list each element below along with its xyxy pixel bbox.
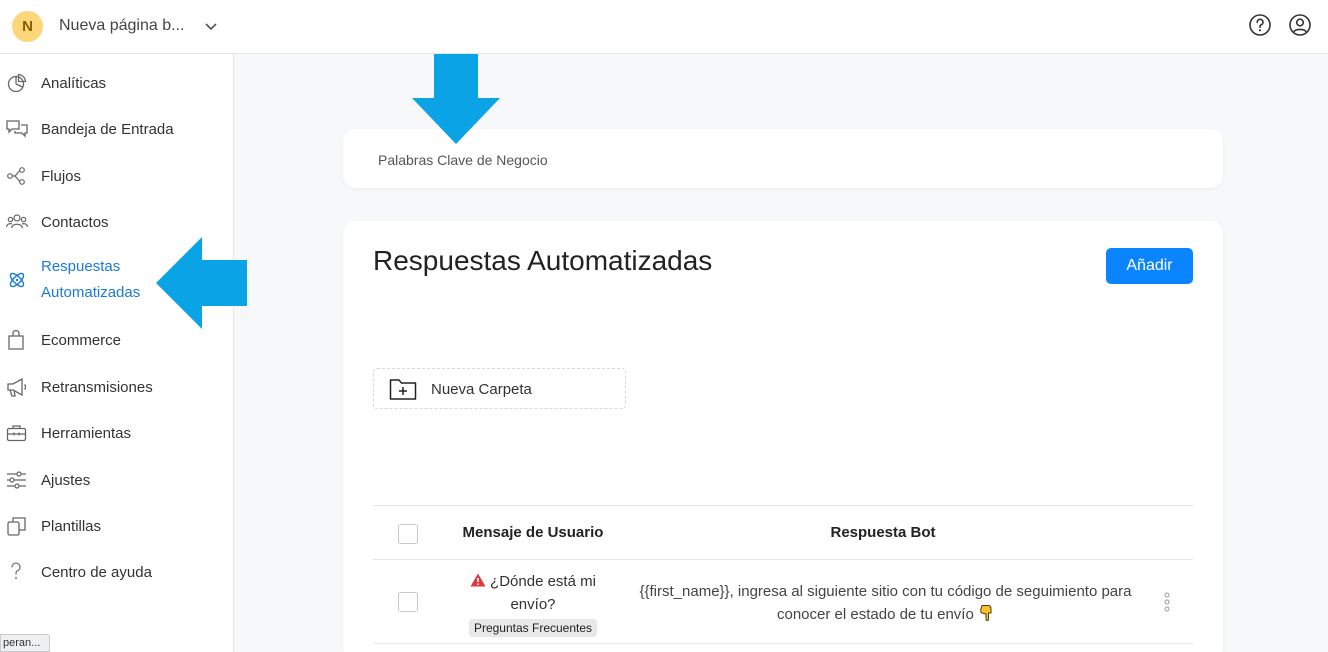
sidebar: Analíticas Bandeja de Entrada Flujos Con… xyxy=(0,54,234,652)
table-row[interactable]: ¿Dónde está mi envío? Preguntas Frecuent… xyxy=(373,560,1193,644)
sidebar-item-templates[interactable]: Plantillas xyxy=(0,515,233,537)
more-options-icon[interactable] xyxy=(1160,591,1174,613)
sidebar-item-label: Ajustes xyxy=(41,471,91,489)
sidebar-item-label: Respuestas xyxy=(41,258,121,275)
sidebar-item-label: Analíticas xyxy=(41,74,107,92)
automated-responses-card: Respuestas Automatizadas Añadir Nueva Ca… xyxy=(343,221,1223,652)
sidebar-item-label: Centro de ayuda xyxy=(41,563,152,581)
megaphone-icon xyxy=(7,377,27,397)
category-tag: Preguntas Frecuentes xyxy=(468,619,598,637)
table-header: Mensaje de Usuario Respuesta Bot xyxy=(373,505,1193,560)
help-icon[interactable] xyxy=(1248,13,1272,37)
warning-icon xyxy=(470,573,486,587)
new-folder-button[interactable]: Nueva Carpeta xyxy=(373,368,626,409)
tutorial-arrow-left-icon xyxy=(156,237,247,329)
sidebar-item-help-center[interactable]: Centro de ayuda xyxy=(0,561,233,583)
business-keywords-label: Palabras Clave de Negocio xyxy=(378,152,548,168)
sliders-icon xyxy=(7,471,26,489)
column-header-user-message[interactable]: Mensaje de Usuario xyxy=(453,524,613,541)
sidebar-item-label: Flujos xyxy=(41,167,82,185)
templates-icon xyxy=(7,517,26,536)
row-checkbox[interactable] xyxy=(398,592,418,612)
bot-response-text: {{first_name}}, ingresa al siguiente sit… xyxy=(639,583,1132,623)
analytics-pie-icon xyxy=(7,73,27,93)
bot-response-cell: {{first_name}}, ingresa al siguiente sit… xyxy=(628,580,1143,626)
chat-bubbles-icon xyxy=(6,120,28,138)
shopping-bag-icon xyxy=(8,329,24,350)
contacts-icon xyxy=(6,214,28,229)
select-all-checkbox[interactable] xyxy=(398,524,418,544)
question-icon xyxy=(11,562,21,579)
page-title: Respuestas Automatizadas xyxy=(373,245,713,276)
folder-plus-icon xyxy=(389,379,417,400)
column-header-bot-response[interactable]: Respuesta Bot xyxy=(753,524,1013,541)
sidebar-item-tools[interactable]: Herramientas xyxy=(0,422,233,444)
sidebar-item-label: Bandeja de Entrada xyxy=(41,120,174,138)
flow-nodes-icon xyxy=(7,167,25,185)
sidebar-item-broadcasts[interactable]: Retransmisiones xyxy=(0,376,233,398)
page-selector-name[interactable]: Nueva página b... xyxy=(59,17,184,35)
sidebar-item-label: Ecommerce xyxy=(41,331,122,349)
page-avatar[interactable]: N xyxy=(12,11,43,42)
sidebar-item-inbox[interactable]: Bandeja de Entrada xyxy=(0,118,233,140)
pointing-down-hand-icon xyxy=(980,605,992,621)
chevron-down-icon[interactable] xyxy=(203,18,219,34)
status-tooltip: peran... xyxy=(0,634,50,652)
user-message-cell: ¿Dónde está mi envío? Preguntas Frecuent… xyxy=(463,570,603,639)
sidebar-item-contacts[interactable]: Contactos xyxy=(0,211,233,233)
sidebar-item-label: Retransmisiones xyxy=(41,378,153,396)
sidebar-item-label: Herramientas xyxy=(41,424,132,442)
sidebar-item-analytics[interactable]: Analíticas xyxy=(0,72,233,94)
user-account-icon[interactable] xyxy=(1288,13,1312,37)
add-button[interactable]: Añadir xyxy=(1106,248,1193,284)
toolbox-icon xyxy=(6,425,27,442)
sidebar-item-flows[interactable]: Flujos xyxy=(0,165,233,187)
sidebar-item-ecommerce[interactable]: Ecommerce xyxy=(0,329,233,351)
atom-icon xyxy=(9,272,25,288)
sidebar-item-label-line2: Automatizadas xyxy=(41,284,141,301)
tutorial-arrow-down-icon xyxy=(412,54,500,144)
sidebar-item-label: Plantillas xyxy=(41,517,102,535)
sidebar-item-label: Contactos xyxy=(41,213,109,231)
sidebar-item-settings[interactable]: Ajustes xyxy=(0,469,233,491)
top-bar: N Nueva página b... xyxy=(0,0,1328,54)
new-folder-label: Nueva Carpeta xyxy=(431,381,532,398)
user-message-text: ¿Dónde está mi envío? xyxy=(490,573,596,613)
